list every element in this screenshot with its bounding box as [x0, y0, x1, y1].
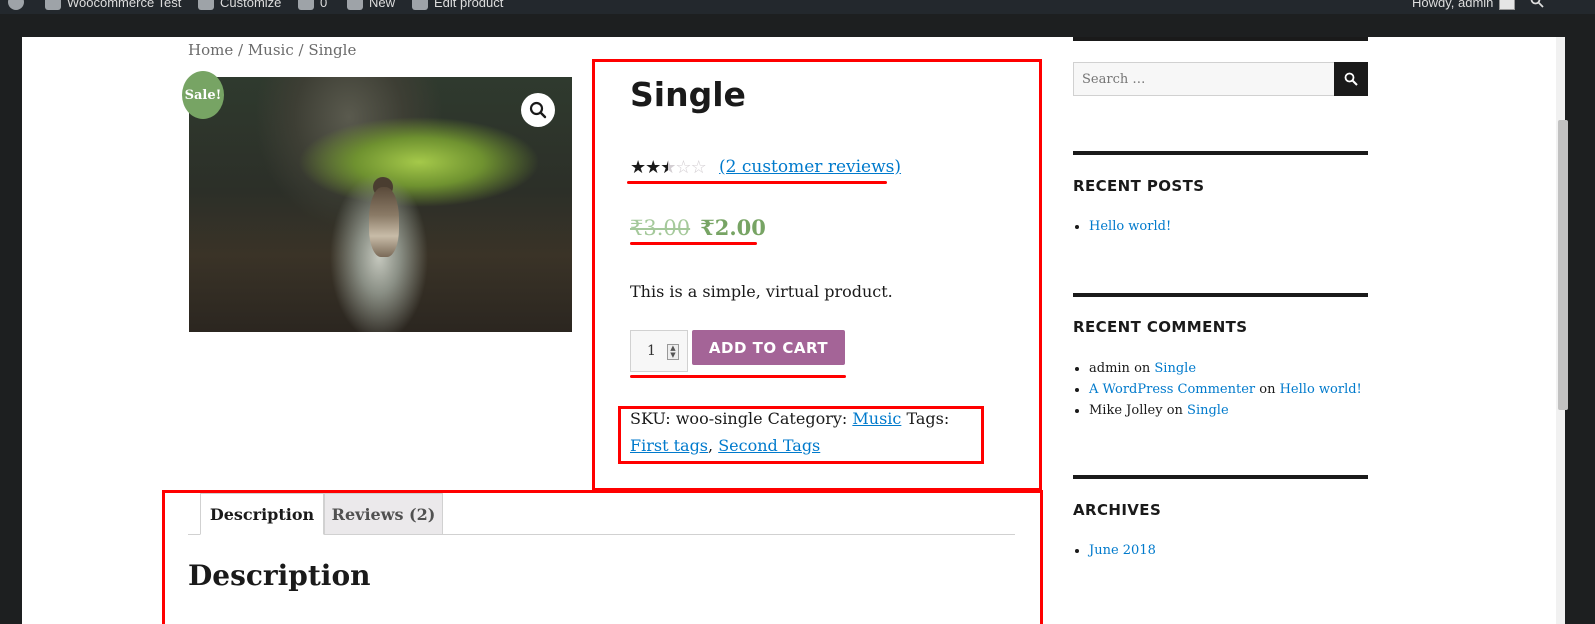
widget-divider: [1073, 293, 1368, 297]
list-item: A WordPress Commenter on Hello world!: [1089, 379, 1362, 400]
list-item: Hello world!: [1089, 216, 1171, 237]
sku-value: woo-single: [675, 409, 763, 428]
breadcrumb: Home / Music / Single: [188, 41, 357, 59]
list-item: June 2018: [1089, 540, 1156, 561]
sale-badge: Sale!: [182, 71, 224, 119]
breadcrumb-category-link[interactable]: Music: [248, 41, 294, 59]
admin-bar-site-link[interactable]: Woocommerce Test: [45, 0, 181, 10]
recent-comments-title: RECENT COMMENTS: [1073, 318, 1248, 336]
admin-bar-new-link[interactable]: New: [347, 0, 395, 10]
star-empty-icon: ☆: [675, 157, 691, 178]
page-content: Home / Music / Single Sale! Single ★★★★☆…: [22, 37, 1564, 624]
product-title: Single: [630, 75, 746, 114]
brush-icon: [198, 0, 214, 10]
admin-bar: Woocommerce Test Customize 0 New Edit pr…: [0, 0, 1595, 14]
star-half-icon: ★★: [660, 157, 676, 178]
star-rating: ★★★★☆☆: [630, 157, 707, 178]
wordpress-logo-icon[interactable]: [8, 0, 24, 10]
comment-icon: [298, 0, 314, 10]
search-button[interactable]: [1334, 62, 1368, 96]
search-icon: [1344, 72, 1358, 86]
admin-bar-account-link[interactable]: Howdy, admin: [1412, 0, 1516, 10]
tab-reviews[interactable]: Reviews (2): [324, 493, 443, 535]
tag-link-first[interactable]: First tags: [630, 436, 708, 455]
pencil-icon: [412, 0, 428, 10]
zoom-button[interactable]: [521, 93, 555, 127]
widget-divider: [1073, 475, 1368, 479]
comment-post-link[interactable]: Hello world!: [1280, 382, 1362, 397]
sidebar-divider: [1073, 37, 1368, 41]
widget-divider: [1073, 151, 1368, 155]
price-regular: ₹3.00: [630, 216, 691, 240]
annotation-underline-rating: [627, 181, 887, 184]
recent-posts-title: RECENT POSTS: [1073, 177, 1205, 195]
admin-bar-comments-link[interactable]: 0: [298, 0, 327, 10]
archive-link[interactable]: June 2018: [1089, 543, 1156, 558]
customer-reviews-link[interactable]: (2 customer reviews): [719, 157, 901, 177]
home-icon: [45, 0, 61, 10]
annotation-underline-price: [630, 242, 757, 245]
comment-post-link[interactable]: Single: [1187, 403, 1229, 418]
price-sale: ₹2.00: [700, 215, 766, 240]
quantity-stepper[interactable]: ▲ ▼: [667, 344, 679, 360]
plus-icon: [347, 0, 363, 10]
list-item: Mike Jolley on Single: [1089, 400, 1362, 421]
squirrel-body: [369, 187, 399, 257]
list-item: admin on Single: [1089, 358, 1362, 379]
star-empty-icon: ☆: [690, 157, 707, 178]
archives-list: June 2018: [1089, 540, 1156, 561]
archives-title: ARCHIVES: [1073, 501, 1162, 519]
breadcrumb-home-link[interactable]: Home: [188, 41, 233, 59]
short-description: This is a simple, virtual product.: [630, 282, 893, 301]
scrollbar-thumb[interactable]: [1558, 120, 1568, 410]
admin-bar-search-icon[interactable]: [1530, 0, 1544, 8]
add-to-cart-button[interactable]: ADD TO CART: [692, 330, 845, 365]
comment-author-link[interactable]: A WordPress Commenter: [1089, 382, 1255, 397]
recent-comments-list: admin on Single A WordPress Commenter on…: [1089, 358, 1362, 421]
admin-bar-customize-link[interactable]: Customize: [198, 0, 281, 10]
avatar: [1499, 0, 1516, 10]
admin-bar-edit-product-link[interactable]: Edit product: [412, 0, 503, 10]
description-heading: Description: [188, 559, 371, 592]
category-link[interactable]: Music: [852, 409, 901, 428]
comment-post-link[interactable]: Single: [1154, 361, 1196, 376]
annotation-underline-cart: [630, 375, 846, 378]
tag-link-second[interactable]: Second Tags: [718, 436, 820, 455]
product-price: ₹3.00 ₹2.00: [630, 215, 766, 240]
quantity-input[interactable]: 1 ▲ ▼: [630, 330, 688, 372]
magnifier-icon: [529, 101, 547, 119]
search-input[interactable]: [1073, 62, 1335, 96]
product-meta: SKU: woo-single Category: Music Tags: Fi…: [630, 409, 950, 455]
star-full-icon: ★: [645, 157, 661, 178]
tab-description[interactable]: Description: [200, 493, 324, 535]
recent-posts-list: Hello world!: [1089, 216, 1171, 237]
product-image[interactable]: [189, 77, 572, 332]
star-full-icon: ★: [630, 157, 646, 178]
recent-post-link[interactable]: Hello world!: [1089, 219, 1171, 234]
breadcrumb-current: Single: [308, 41, 357, 59]
